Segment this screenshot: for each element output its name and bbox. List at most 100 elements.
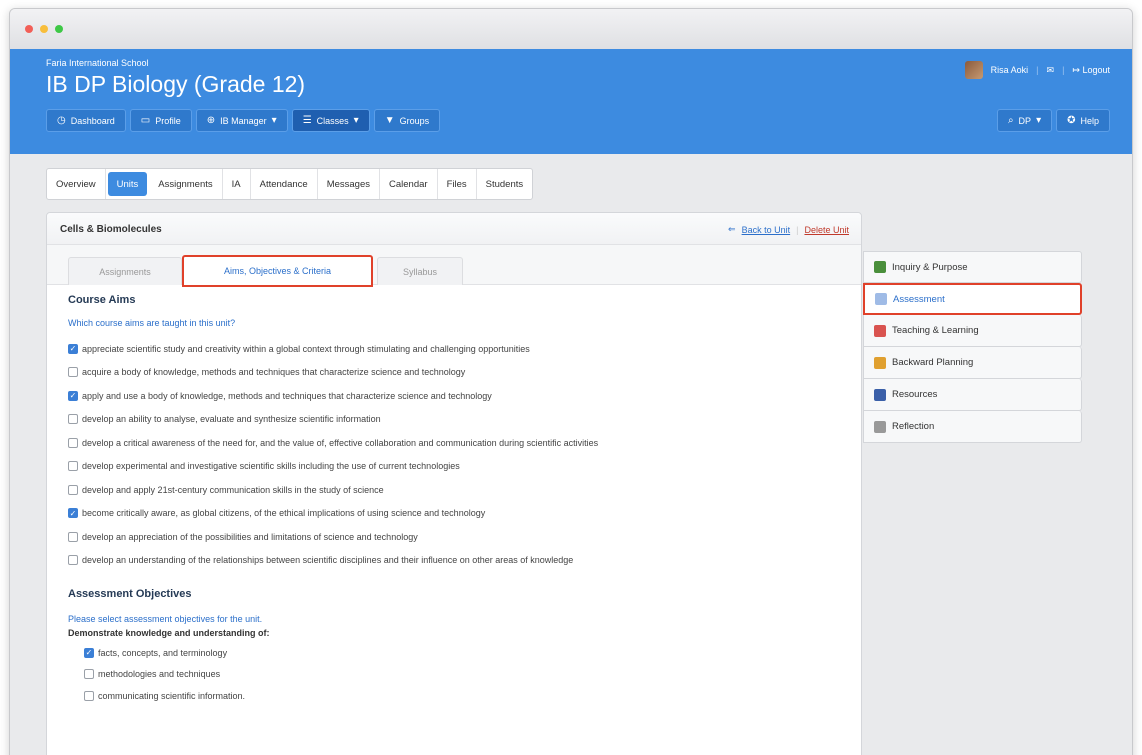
caret-down-icon: ▾ — [353, 114, 359, 126]
objective-label: facts, concepts, and terminology — [98, 647, 228, 658]
minimize-window-dot[interactable] — [40, 25, 48, 33]
globe-icon: ⊕ — [206, 114, 216, 126]
subtab-aims-objectives-criteria[interactable]: Aims, Objectives & Criteria — [182, 255, 373, 287]
subtab-assignments[interactable]: Assignments — [68, 257, 182, 285]
aim-row[interactable]: develop an appreciation of the possibili… — [68, 525, 861, 549]
unit-actions: ⇐ Back to Unit | Delete Unit — [728, 224, 849, 235]
nav-label: Classes — [316, 115, 349, 126]
side-item-reflection[interactable]: Reflection — [863, 411, 1082, 443]
aim-checkbox[interactable] — [68, 367, 78, 378]
aim-label: develop an ability to analyse, evaluate … — [82, 414, 381, 425]
assessment-doc-icon — [875, 293, 887, 305]
objective-row[interactable]: methodologies and techniques — [68, 664, 861, 686]
aim-checkbox[interactable] — [68, 437, 78, 448]
aim-checkbox[interactable] — [68, 484, 78, 495]
tab-ia[interactable]: IA — [223, 169, 251, 199]
mail-icon[interactable]: ✉ — [1047, 65, 1055, 76]
tab-assignments[interactable]: Assignments — [149, 169, 223, 199]
logout-label: Logout — [1082, 64, 1110, 75]
aim-checkbox[interactable]: ✓ — [68, 390, 78, 401]
aim-row[interactable]: ✓ apply and use a body of knowledge, meth… — [68, 384, 861, 408]
aim-label: apply and use a body of knowledge, metho… — [82, 390, 492, 401]
logout-link[interactable]: ↦ Logout — [1072, 65, 1110, 76]
objective-checkbox[interactable]: ✓ — [84, 647, 94, 658]
nav-dashboard[interactable]: ◷ Dashboard — [46, 109, 126, 132]
course-aims-question: Which course aims are taught in this uni… — [68, 318, 236, 328]
aim-row[interactable]: develop an understanding of the relation… — [68, 549, 861, 573]
side-item-label: Inquiry & Purpose — [892, 261, 968, 273]
divider: | — [796, 224, 799, 235]
help-button[interactable]: ✪ Help — [1056, 109, 1110, 132]
user-name[interactable]: Risa Aoki — [991, 65, 1029, 75]
aim-row[interactable]: develop and apply 21st-century communica… — [68, 478, 861, 502]
assessment-objectives-prompt: Please select assessment objectives for … — [68, 614, 263, 624]
resources-icon — [874, 388, 886, 401]
avatar[interactable] — [964, 61, 983, 79]
unit-subtabs: Assignments Aims, Objectives & Criteria … — [47, 245, 861, 287]
subtab-syllabus[interactable]: Syllabus — [377, 257, 463, 285]
tab-units[interactable]: Units — [107, 172, 148, 196]
divider: | — [1062, 65, 1065, 75]
search-programme-button[interactable]: ⌕ DP ▾ — [996, 109, 1053, 132]
objective-checkbox[interactable] — [84, 690, 94, 701]
tab-messages[interactable]: Messages — [318, 169, 381, 199]
side-item-label: Backward Planning — [892, 357, 974, 368]
course-aims-heading: Course Aims — [68, 294, 136, 306]
side-item-backward-planning[interactable]: Backward Planning — [863, 347, 1082, 379]
aim-row[interactable]: develop a critical awareness of the need… — [68, 431, 861, 455]
close-window-dot[interactable] — [25, 25, 33, 33]
inquiry-icon — [874, 261, 886, 273]
objective-row[interactable]: ✓ facts, concepts, and terminology — [68, 642, 861, 664]
aim-checkbox[interactable]: ✓ — [68, 508, 78, 519]
nav-groups[interactable]: ▼ Groups — [373, 109, 441, 132]
unit-header: Cells & Biomolecules ⇐ Back to Unit | De… — [47, 213, 861, 245]
aim-checkbox[interactable] — [68, 555, 78, 566]
objective-row[interactable]: communicating scientific information. — [68, 685, 861, 707]
class-tabs: Overview Units Assignments IA Attendance… — [46, 168, 534, 200]
aim-row[interactable]: develop an ability to analyse, evaluate … — [68, 408, 861, 432]
dashboard-icon: ◷ — [57, 114, 66, 126]
back-to-unit-link[interactable]: Back to Unit — [742, 225, 791, 235]
tab-overview[interactable]: Overview — [47, 169, 106, 199]
side-item-teaching-learning[interactable]: Teaching & Learning — [863, 315, 1082, 347]
help-label: Help — [1080, 115, 1099, 126]
aim-label: acquire a body of knowledge, methods and… — [82, 367, 466, 378]
aim-label: become critically aware, as global citiz… — [82, 508, 486, 519]
tab-attendance[interactable]: Attendance — [251, 169, 318, 199]
tab-calendar[interactable]: Calendar — [380, 169, 438, 199]
course-aims-list: ✓ appreciate scientific study and creativ… — [68, 337, 861, 572]
objective-checkbox[interactable] — [84, 669, 94, 680]
side-item-inquiry-purpose[interactable]: Inquiry & Purpose — [863, 251, 1082, 283]
aim-row[interactable]: develop experimental and investigative s… — [68, 455, 861, 479]
tab-students[interactable]: Students — [477, 169, 533, 199]
side-item-label: Teaching & Learning — [892, 325, 979, 336]
side-item-resources[interactable]: Resources — [863, 379, 1082, 411]
aim-row[interactable]: acquire a body of knowledge, methods and… — [68, 361, 861, 385]
aim-checkbox[interactable]: ✓ — [68, 343, 78, 354]
groups-icon: ▼ — [384, 114, 395, 126]
profile-card-icon: ▭ — [140, 114, 151, 126]
teaching-icon — [874, 324, 886, 337]
aim-checkbox[interactable] — [68, 414, 78, 425]
zoom-window-dot[interactable] — [55, 25, 63, 33]
help-lifebuoy-icon: ✪ — [1067, 114, 1076, 126]
nav-classes[interactable]: ☰ Classes ▾ — [291, 109, 370, 132]
nav-label: Groups — [399, 115, 430, 126]
aim-checkbox[interactable] — [68, 461, 78, 472]
logout-icon: ↦ — [1072, 64, 1080, 75]
tab-files[interactable]: Files — [438, 169, 477, 199]
objective-group-label: Demonstrate knowledge and understanding … — [68, 628, 270, 638]
aim-row[interactable]: ✓ appreciate scientific study and creativ… — [68, 337, 861, 361]
aim-row[interactable]: ✓ become critically aware, as global citi… — [68, 502, 861, 526]
caret-down-icon: ▾ — [271, 114, 277, 126]
search-icon: ⌕ — [1007, 114, 1014, 126]
side-item-label: Reflection — [892, 421, 935, 432]
content-area: Overview Units Assignments IA Attendance… — [10, 154, 1132, 755]
side-item-label: Assessment — [893, 293, 945, 305]
delete-unit-link[interactable]: Delete Unit — [804, 225, 849, 235]
nav-profile[interactable]: ▭ Profile — [129, 109, 192, 132]
side-item-assessment[interactable]: Assessment — [863, 283, 1082, 315]
main-nav: ◷ Dashboard ▭ Profile ⊕ IB Manager ▾ ☰ Classe… — [46, 109, 441, 132]
aim-checkbox[interactable] — [68, 531, 78, 542]
nav-ib-manager[interactable]: ⊕ IB Manager ▾ — [195, 109, 288, 132]
